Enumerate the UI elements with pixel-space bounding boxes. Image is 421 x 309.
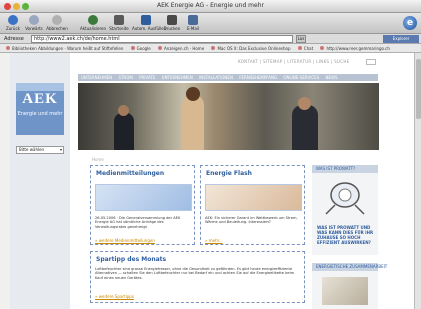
web-page: AEK Energie und mehr Bitte wählen ▾ KONT… bbox=[10, 53, 414, 309]
bookmark-icon bbox=[130, 46, 135, 50]
flash-card-image bbox=[205, 184, 302, 211]
favorite-link[interactable]: http://www.reer.gemmaringo.ch bbox=[320, 44, 390, 52]
logo-text: AEK bbox=[22, 91, 58, 107]
flash-card-title: Energie Flash bbox=[206, 170, 252, 177]
search-box[interactable] bbox=[366, 59, 376, 65]
bookmark-icon bbox=[158, 46, 163, 50]
print-icon bbox=[167, 15, 177, 25]
prowatt-text: WAS IST PROWATT UND WAS KANN DIES FÜR IH… bbox=[317, 225, 374, 245]
aek-logo[interactable]: AEK Energie und mehr bbox=[16, 83, 64, 135]
left-sidebar: AEK Energie und mehr Bitte wählen ▾ bbox=[10, 53, 70, 309]
address-label: Adresse bbox=[4, 36, 24, 42]
window-title: AEK Energie AG - Energie und mehr bbox=[157, 2, 264, 9]
media-more-link[interactable]: » weitere Medienmitteilungen bbox=[95, 238, 155, 243]
nav-item[interactable]: FERNSEHEMPFANG bbox=[239, 75, 277, 80]
nav-item[interactable]: INSTALLATIONEN bbox=[199, 75, 233, 80]
logo-subtitle: Energie und mehr bbox=[17, 111, 63, 117]
forward-arrow-icon bbox=[29, 15, 39, 25]
refresh-button[interactable]: Aktualisieren bbox=[80, 15, 106, 32]
favorite-link[interactable]: Bibliotheken Abbildungen · Warum heißt a… bbox=[6, 44, 123, 52]
prowatt-box[interactable]: WAS IST PROWATT UND WAS KANN DIES FÜR IH… bbox=[312, 173, 378, 255]
media-card-text: 26.05.2006 · Die Generalversammlung der … bbox=[95, 216, 181, 229]
nav-item[interactable]: ONLINE-SERVICES bbox=[283, 75, 319, 80]
hero-person bbox=[114, 113, 134, 150]
home-button[interactable]: Startseite bbox=[108, 15, 130, 32]
back-arrow-icon bbox=[8, 15, 18, 25]
tip-card: Spartipp des Monats Luftbefeuchter sind … bbox=[90, 251, 305, 303]
hero-person-head bbox=[118, 105, 129, 116]
quick-select[interactable]: Bitte wählen ▾ bbox=[16, 146, 64, 154]
flash-card: Energie Flash AEK: Ein sicherer Garant i… bbox=[200, 165, 305, 245]
forward-button[interactable]: Vorwärts bbox=[24, 15, 44, 32]
go-button[interactable]: Los bbox=[296, 35, 306, 43]
bookmark-icon bbox=[211, 46, 216, 50]
logo-sky-band bbox=[16, 83, 64, 91]
nav-item[interactable]: UNTERNEHMEN bbox=[81, 75, 112, 80]
address-bar: Adresse http://www2.aek.ch/de/home.html … bbox=[0, 34, 421, 44]
breadcrumb[interactable]: Home bbox=[92, 157, 104, 162]
title-bar: AEK Energie AG - Energie und mehr bbox=[0, 0, 421, 13]
browser-logo-icon: e bbox=[403, 16, 417, 30]
quick-select-label: Bitte wählen bbox=[19, 147, 45, 152]
favorite-link[interactable]: Anzeigen.ch · Home bbox=[158, 44, 204, 52]
url-input[interactable]: http://www2.aek.ch/de/home.html bbox=[31, 35, 293, 43]
utility-links[interactable]: KONTAKT | SITEMAP | LITERATUR | LINKS | … bbox=[238, 59, 349, 64]
autofill-icon bbox=[141, 15, 151, 25]
flash-more-link[interactable]: » mehr... bbox=[205, 238, 223, 243]
hero-person bbox=[182, 95, 204, 150]
stop-icon bbox=[52, 15, 62, 25]
media-card-title: Medienmitteilungen bbox=[96, 170, 165, 177]
favorite-link[interactable]: Google bbox=[130, 44, 151, 52]
mail-button[interactable]: E-Mail bbox=[184, 15, 202, 32]
bookmark-icon bbox=[320, 46, 325, 50]
cooperation-box[interactable] bbox=[312, 271, 378, 309]
nav-item[interactable]: UNTERNEHMEN bbox=[162, 75, 193, 80]
nav-item[interactable]: NEWS bbox=[326, 75, 338, 80]
tip-card-text: Luftbefeuchter sind grosse Energiefresse… bbox=[95, 267, 295, 280]
bookmark-icon bbox=[297, 46, 302, 50]
bookmark-icon bbox=[6, 46, 10, 50]
hero-photo bbox=[78, 83, 379, 150]
media-card: Medienmitteilungen 26.05.2006 · Die Gene… bbox=[90, 165, 195, 245]
chevron-down-icon: ▾ bbox=[59, 147, 62, 152]
scrollbar-thumb[interactable] bbox=[416, 59, 421, 119]
tip-card-title: Spartipp des Monats bbox=[96, 256, 167, 263]
cooperation-image bbox=[322, 277, 368, 305]
print-button[interactable]: Drucken bbox=[162, 15, 182, 32]
hero-person-head bbox=[298, 97, 311, 110]
media-card-image bbox=[95, 184, 192, 211]
flash-card-text: AEK: Ein sicherer Garant im Wettbewerb u… bbox=[205, 216, 298, 225]
prowatt-header: WAS IST PROWATT? bbox=[312, 165, 378, 173]
stop-button[interactable]: Abbrechen bbox=[46, 15, 68, 32]
energy-meter-illustration bbox=[325, 182, 365, 215]
nav-item[interactable]: PRIVATE bbox=[139, 75, 155, 80]
favorite-link[interactable]: Mac OS X: Das Exclusive Onlineshop bbox=[211, 44, 291, 52]
favorite-link[interactable]: Chat bbox=[297, 44, 313, 52]
hero-person bbox=[292, 105, 318, 150]
explorer-tab[interactable]: Explorer bbox=[383, 35, 419, 43]
tip-more-link[interactable]: » weitere Spartipps bbox=[95, 294, 134, 299]
autofill-button[interactable]: Autom. Ausfüllen bbox=[132, 15, 166, 32]
cooperation-header: ENERGIETISCHE ZUSAMMENARBEIT bbox=[312, 263, 387, 271]
favorites-bar: Bibliotheken Abbildungen · Warum heißt a… bbox=[0, 44, 421, 53]
main-navigation: UNTERNEHMEN STROM PRIVATE UNTERNEHMEN IN… bbox=[78, 74, 378, 81]
browser-toolbar: Zurück Vorwärts Abbrechen Aktualisieren … bbox=[0, 13, 421, 34]
hero-person-head bbox=[186, 87, 200, 101]
refresh-icon bbox=[88, 15, 98, 25]
back-button[interactable]: Zurück bbox=[4, 15, 22, 32]
nav-item[interactable]: STROM bbox=[118, 75, 132, 80]
home-icon bbox=[114, 15, 124, 25]
mail-icon bbox=[188, 15, 198, 25]
browser-window: AEK Energie AG - Energie und mehr Zurück… bbox=[0, 0, 421, 309]
vertical-scrollbar[interactable] bbox=[414, 53, 421, 309]
